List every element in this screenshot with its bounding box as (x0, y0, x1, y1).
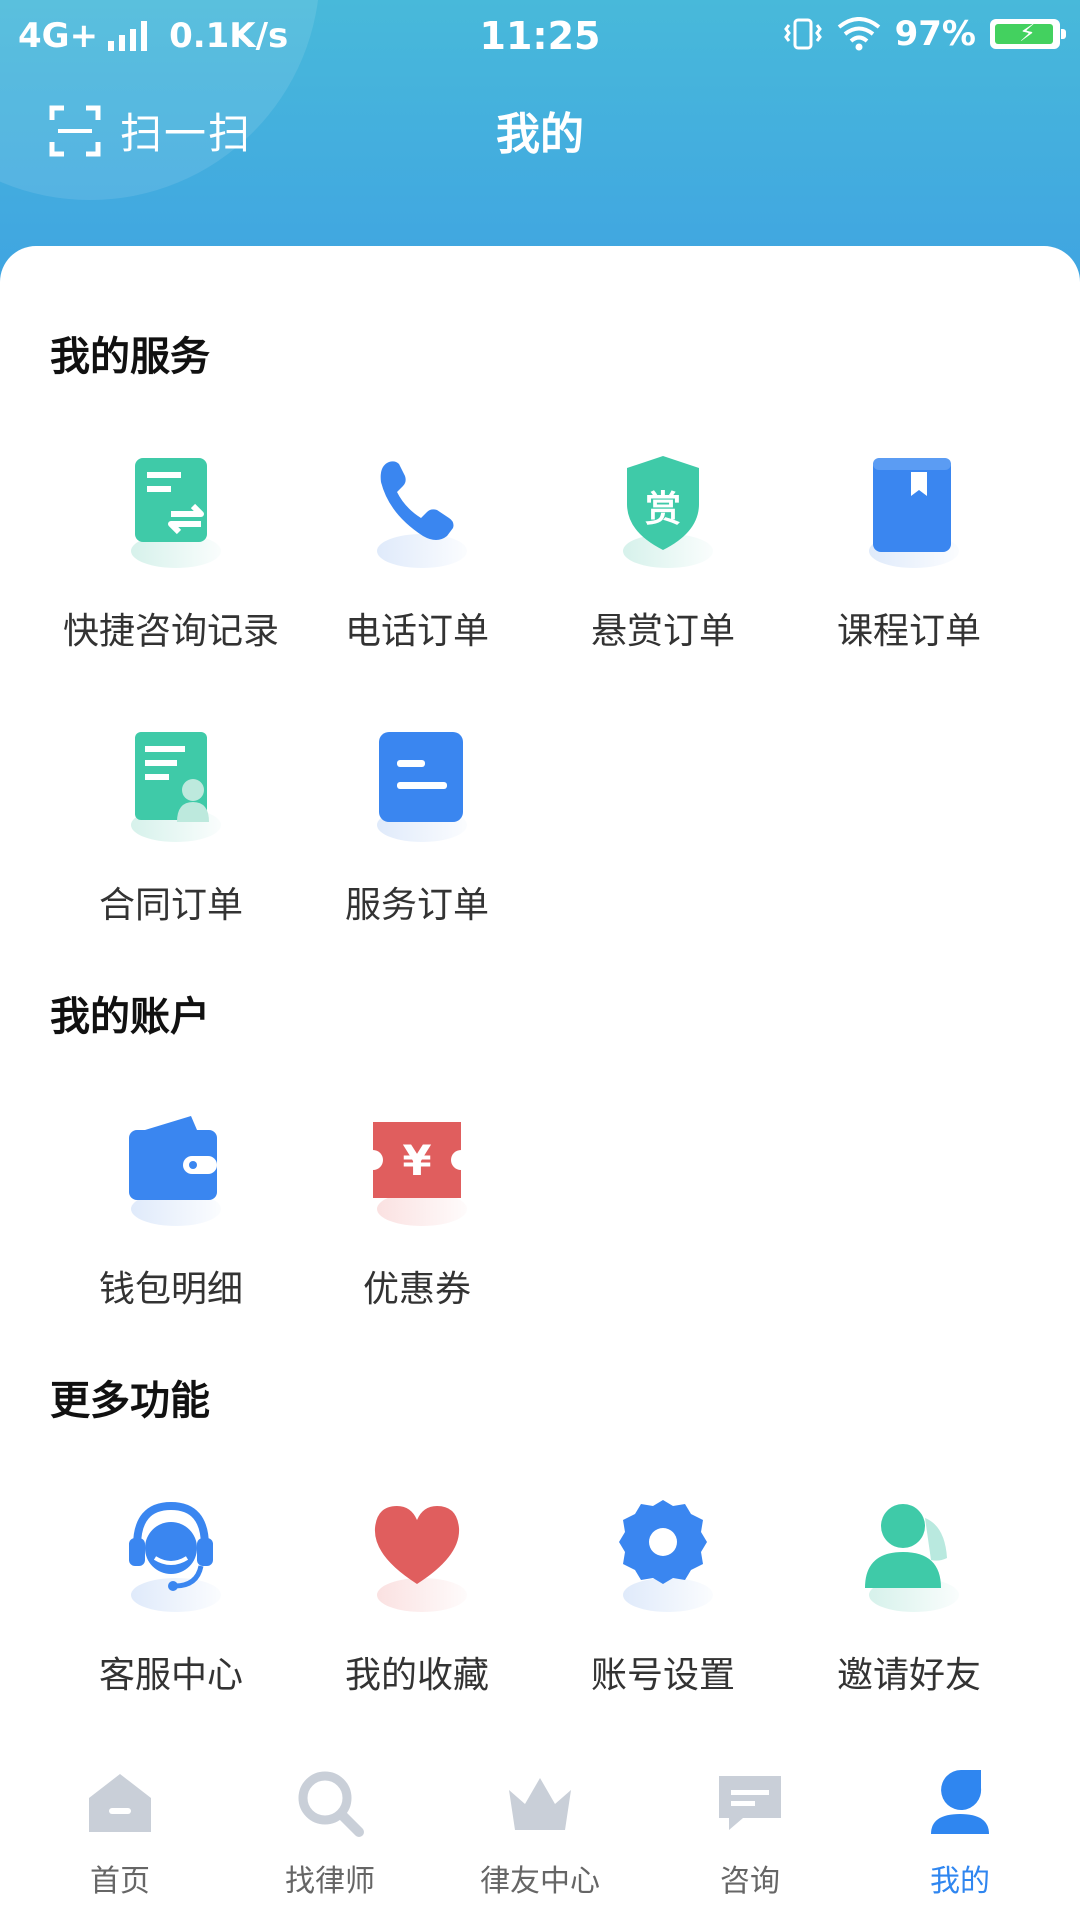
bottom-tab-bar: 首页 找律师 律友中心 咨询 我的 (0, 1716, 1080, 1920)
section-title-services: 我的服务 (50, 334, 210, 380)
tab-find-lawyer[interactable]: 找律师 (222, 1744, 438, 1904)
more-label: 我的收藏 (344, 1655, 489, 1696)
section-title-account: 我的账户 (50, 994, 210, 1040)
service-item-reward-order[interactable]: 赏 悬赏订单 (540, 452, 786, 682)
customer-service-icon (121, 1496, 221, 1616)
service-label: 悬赏订单 (590, 611, 735, 652)
tab-lawyer-community[interactable]: 律友中心 (432, 1744, 648, 1904)
more-label: 账号设置 (590, 1655, 735, 1696)
tab-label: 律友中心 (480, 1864, 600, 1899)
invite-friends-icon (859, 1496, 959, 1616)
reward-shield-icon: 赏 (613, 452, 713, 572)
service-order-icon (367, 726, 467, 846)
service-item-phone-order[interactable]: 电话订单 (294, 452, 540, 682)
service-label: 课程订单 (836, 611, 981, 652)
service-item-course-order[interactable]: 课程订单 (786, 452, 1032, 682)
wallet-icon (121, 1110, 221, 1230)
more-item-favorites[interactable]: 我的收藏 (294, 1496, 540, 1726)
section-title-more: 更多功能 (50, 1378, 210, 1424)
vibrate-icon (783, 18, 822, 50)
account-item-wallet[interactable]: 钱包明细 (48, 1110, 294, 1340)
phone-icon (367, 452, 467, 572)
coupon-icon: ¥ (367, 1110, 467, 1230)
service-label: 合同订单 (98, 885, 243, 926)
tab-label: 首页 (90, 1864, 150, 1899)
tab-label: 咨询 (720, 1864, 780, 1899)
crown-icon (509, 1778, 571, 1830)
content-card: 我的服务 快捷咨询记录 电话订单 赏 悬赏订单 课程订单 合同订单 服务订单 我… (0, 246, 1080, 1746)
tab-label: 找律师 (285, 1864, 375, 1899)
status-bar: 4G+ 0.1K/s 11:25 97% ⚡ (0, 0, 1080, 76)
course-book-icon (859, 452, 959, 572)
quick-consult-record-icon (121, 452, 221, 572)
service-label: 服务订单 (344, 885, 489, 926)
more-label: 邀请好友 (836, 1655, 981, 1696)
account-item-coupon[interactable]: ¥ 优惠券 (294, 1110, 540, 1340)
heart-icon (367, 1496, 467, 1616)
user-icon (931, 1770, 989, 1834)
service-item-contract-order[interactable]: 合同订单 (48, 726, 294, 956)
chat-icon (719, 1776, 781, 1830)
coupon-char: ¥ (402, 1136, 432, 1185)
gear-icon (613, 1496, 713, 1616)
tab-mine[interactable]: 我的 (852, 1744, 1068, 1904)
status-right: 97% ⚡ (783, 14, 1066, 54)
service-item-quick-consult[interactable]: 快捷咨询记录 (48, 452, 294, 682)
more-item-account-settings[interactable]: 账号设置 (540, 1496, 786, 1726)
page-title: 我的 (496, 109, 584, 160)
wifi-icon (837, 17, 880, 51)
service-label: 电话订单 (344, 611, 489, 652)
home-icon (89, 1774, 151, 1832)
more-item-invite-friends[interactable]: 邀请好友 (786, 1496, 1032, 1726)
tab-consult[interactable]: 咨询 (642, 1744, 858, 1904)
more-item-customer-service[interactable]: 客服中心 (48, 1496, 294, 1726)
account-label: 优惠券 (362, 1269, 471, 1310)
battery-percent: 97% (894, 14, 976, 54)
tab-label: 我的 (930, 1864, 990, 1899)
battery-icon: ⚡ (990, 19, 1066, 49)
reward-char: 赏 (644, 489, 681, 530)
tab-home[interactable]: 首页 (12, 1744, 228, 1904)
account-label: 钱包明细 (98, 1269, 243, 1310)
contract-icon (121, 726, 221, 846)
service-item-service-order[interactable]: 服务订单 (294, 726, 540, 956)
search-icon (298, 1771, 364, 1837)
service-label: 快捷咨询记录 (62, 611, 279, 652)
more-label: 客服中心 (98, 1655, 243, 1696)
